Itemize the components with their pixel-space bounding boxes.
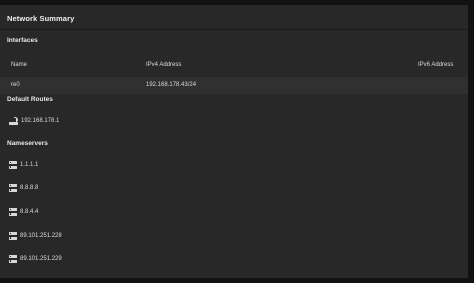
server-icon [9, 208, 17, 216]
nameserver-value: 8.8.8.8 [20, 185, 39, 191]
table-row [0, 77, 468, 94]
list-item: 8.8.8.8 [9, 183, 38, 193]
nameserver-value: 89.101.251.228 [20, 233, 62, 239]
nameserver-value: 89.101.251.229 [20, 256, 62, 262]
list-item: 8.8.4.4 [9, 207, 38, 217]
list-item: 192.168.178.1 [9, 116, 59, 126]
interface-name-cell: re0 [11, 82, 20, 88]
title-divider [0, 29, 468, 30]
router-icon [9, 117, 18, 125]
nameserver-value: 8.8.4.4 [20, 209, 39, 215]
list-item: 1.1.1.1 [9, 160, 38, 170]
default-routes-label: Default Routes [7, 96, 53, 103]
nameservers-label: Nameservers [7, 140, 48, 147]
server-icon [9, 161, 17, 169]
card-title: Network Summary [7, 14, 75, 23]
nameserver-value: 1.1.1.1 [20, 162, 39, 168]
column-header-name: Name [11, 62, 28, 68]
list-item: 89.101.251.228 [9, 231, 62, 241]
network-summary-card: Network Summary Interfaces Name IPv4 Add… [0, 5, 468, 278]
interfaces-label: Interfaces [7, 37, 38, 44]
interface-ipv4-cell: 192.168.178.43/24 [146, 82, 197, 88]
column-header-ipv6: IPv6 Address [418, 62, 454, 68]
server-icon [9, 184, 17, 192]
list-item: 89.101.251.229 [9, 254, 62, 264]
server-icon [9, 255, 17, 263]
column-header-ipv4: IPv4 Address [146, 62, 182, 68]
server-icon [9, 232, 17, 240]
default-route-value: 192.168.178.1 [21, 118, 60, 124]
